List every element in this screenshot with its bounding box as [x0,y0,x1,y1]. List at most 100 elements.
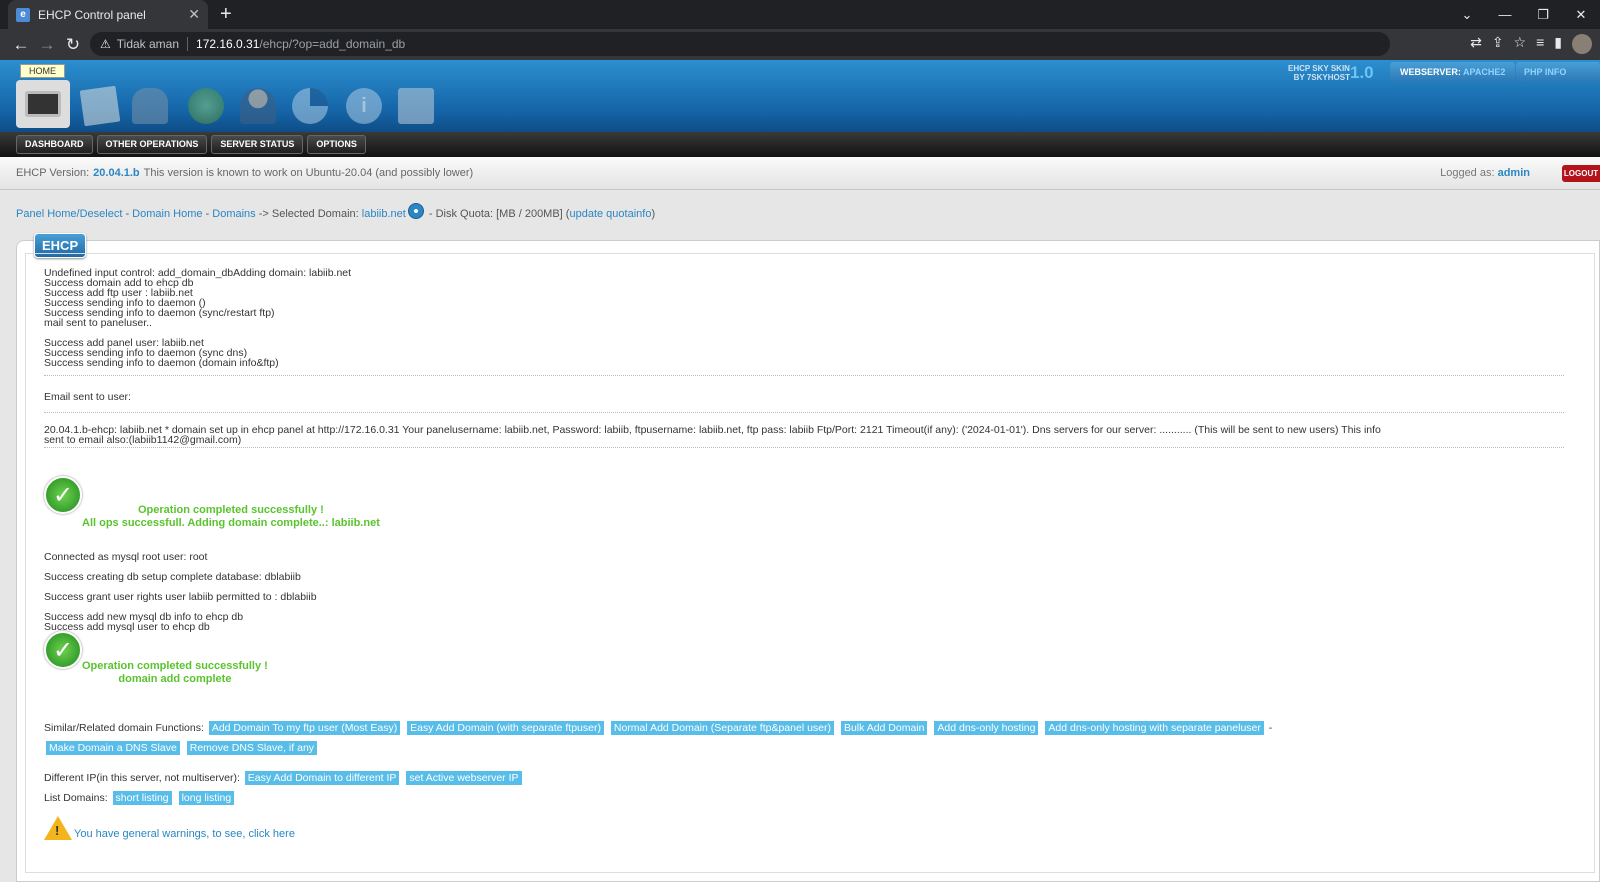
different-ip-label: Different IP(in this server, not multise… [44,772,240,784]
webserver-label: WEBSERVER: [1400,67,1461,77]
other-operations-button[interactable]: OTHER OPERATIONS [96,135,208,154]
ehcp-favicon-icon: e [16,7,30,22]
logout-button[interactable]: LOGOUT [1562,165,1600,182]
list-domains-label: List Domains: [44,792,108,804]
easy-add-domain-link[interactable]: Easy Add Domain (with separate ftpuser) [407,721,604,735]
logged-label: Logged as: [1440,167,1495,179]
tab-search-icon[interactable]: ⌄ [1448,0,1486,29]
new-tab-icon[interactable]: + [220,3,232,25]
email-sent-label: Email sent to user: [44,391,131,403]
warning-icon[interactable]: ⚠ [100,37,111,51]
document-icon[interactable] [79,85,121,127]
check-icon: ✓ [44,476,82,514]
success-text: Operation completed successfully ! All o… [82,504,380,530]
breadcrumb: Panel Home/Deselect - Domain Home - Doma… [16,203,656,220]
version-label: EHCP Version: [16,167,90,179]
log-line: Success sending info to daemon (sync/res… [44,307,275,319]
add-domain-ftp-link[interactable]: Add Domain To my ftp user (Most Easy) [208,721,401,735]
version-bar: EHCP Version: 20.04.1.b This version is … [0,157,1600,190]
remove-dns-slave-link[interactable]: Remove DNS Slave, if any [186,741,318,755]
breadcrumb-close: ) [651,208,656,220]
normal-add-domain-link[interactable]: Normal Add Domain (Separate ftp&panel us… [610,721,835,735]
selected-domain-label: -> Selected Domain: [255,208,362,220]
url-host: 172.16.0.31 [196,37,260,51]
php-info-button[interactable]: PHP INFO [1516,62,1600,82]
share-icon[interactable]: ⇪ [1492,34,1504,54]
sidepanel-icon[interactable]: ▮ [1554,34,1562,54]
star-icon[interactable]: ☆ [1514,34,1527,54]
domain-home-link[interactable]: Domain Home [132,208,202,220]
add-dns-only-link[interactable]: Add dns-only hosting [934,721,1039,735]
options-button[interactable]: OPTIONS [307,135,366,154]
email-body-line: 20.04.1.b-ehcp: labiib.net * domain set … [44,424,1381,436]
user-icon[interactable] [240,88,276,124]
divider [44,447,1564,448]
close-window-icon[interactable]: ✕ [1562,0,1600,29]
dashboard-button[interactable]: DASHBOARD [16,135,93,154]
separator-dash: - [1268,722,1273,734]
skin-line2: BY 7SKYHOST [1293,73,1350,82]
version-number: 20.04.1.b [93,167,140,179]
home-monitor-icon[interactable] [16,80,70,128]
toolbar-icons: ⇄ ⇪ ☆ ≡ ▮ [1470,34,1592,54]
restore-icon[interactable]: ❐ [1524,0,1562,29]
log-line: Success sending info to daemon (domain i… [44,357,279,369]
divider [44,375,1564,376]
easy-add-different-ip-link[interactable]: Easy Add Domain to different IP [244,771,400,785]
similar-label: Similar/Related domain Functions: [44,722,204,734]
panel-home-link[interactable]: Panel Home/Deselect [16,208,122,220]
tab-close-icon[interactable]: ✕ [188,6,200,23]
pie-chart-icon[interactable] [292,88,328,124]
success-message-2: ✓ Operation completed successfully ! dom… [44,631,268,686]
content-area: Undefined input control: add_domain_dbAd… [25,253,1595,873]
selected-domain-link[interactable]: labiib.net [362,208,406,220]
add-dns-only-paneluser-link[interactable]: Add dns-only hosting with separate panel… [1045,721,1264,735]
success-detail: domain add complete [118,673,232,685]
ehcp-header: HOME i EHCP SKY SKIN BY 7SKYHOST 1.0 WEB… [0,60,1600,132]
breadcrumb-sep: - [122,208,133,220]
disk-quota: - Disk Quota: [MB / 200MB] ( [425,208,570,220]
not-secure-label: Tidak aman [116,37,180,51]
translate-icon[interactable]: ⇄ [1470,34,1482,54]
set-webserver-ip-link[interactable]: set Active webserver IP [406,771,522,785]
update-quota-link[interactable]: update quotainfo [569,208,651,220]
home-tooltip: HOME [20,64,65,78]
check-icon: ✓ [44,631,82,669]
long-listing-link[interactable]: long listing [178,791,235,805]
address-bar[interactable]: ⚠ Tidak aman 172.16.0.31/ehcp/?op=add_do… [90,32,1390,56]
globe-icon[interactable] [188,88,224,124]
bulk-add-domain-link[interactable]: Bulk Add Domain [840,721,928,735]
domains-link[interactable]: Domains [212,208,255,220]
info-icon[interactable]: i [346,88,382,124]
logged-user: admin [1497,167,1530,179]
back-icon[interactable]: ← [8,35,34,55]
log-line: Undefined input control: add_domain_dbAd… [44,267,352,279]
forward-icon[interactable]: → [34,35,60,55]
save-icon[interactable] [398,88,434,124]
database-icon[interactable] [132,88,168,124]
media-icon[interactable]: ≡ [1536,34,1544,54]
profile-avatar[interactable] [1572,34,1592,54]
email-body-line: sent to email also:(labiib1142@gmail.com… [44,434,242,446]
mysql-log-line: Success creating db setup complete datab… [44,571,301,583]
success-message-1: ✓ Operation completed successfully ! All… [44,476,380,530]
version-note: This version is known to work on Ubuntu-… [143,167,474,179]
reload-icon[interactable]: ↻ [60,35,86,55]
minimize-icon[interactable]: — [1486,0,1524,29]
browser-toolbar: ← → ↻ ⚠ Tidak aman 172.16.0.31/ehcp/?op=… [0,29,1600,60]
short-listing-link[interactable]: short listing [112,791,172,805]
logged-as: Logged as: admin [1440,167,1530,179]
domain-globe-icon[interactable] [407,203,424,219]
general-warnings-link[interactable]: You have general warnings, to see, click… [74,828,295,840]
similar-functions: Similar/Related domain Functions: Add Do… [44,720,1544,736]
server-status-button[interactable]: SERVER STATUS [211,135,304,154]
log-line: Success domain add to ehcp db [44,277,194,289]
webserver-button[interactable]: WEBSERVER: APACHE2 [1390,62,1516,82]
success-title: Operation completed successfully ! [82,660,268,672]
dns-slave-links: Make Domain a DNS Slave Remove DNS Slave… [44,740,319,756]
operation-log: Undefined input control: add_domain_dbAd… [44,267,1564,369]
make-dns-slave-link[interactable]: Make Domain a DNS Slave [46,741,180,755]
browser-tab[interactable]: e EHCP Control panel ✕ [8,0,208,29]
warnings-row: ! You have general warnings, to see, cli… [44,816,295,840]
list-domains-row: List Domains: short listing long listing [44,790,236,806]
